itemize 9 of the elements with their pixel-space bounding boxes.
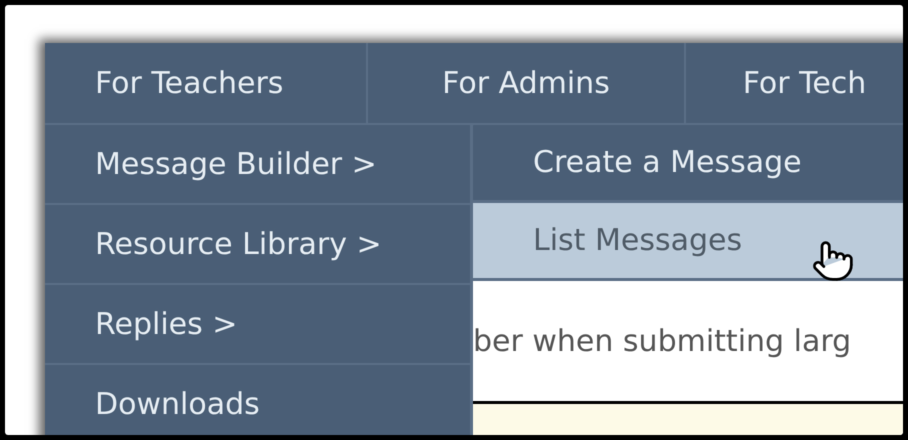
top-menu-tab[interactable]: For Teachers: [45, 43, 368, 123]
page-text: ber when submitting larg: [473, 322, 852, 360]
dropdown-item[interactable]: Replies >: [45, 285, 470, 365]
top-menu-tab[interactable]: For Admins: [368, 43, 686, 123]
dropdown-item[interactable]: Resource Library >: [45, 205, 470, 285]
submenu-item[interactable]: List Messages: [473, 203, 903, 281]
dropdown-item[interactable]: Message Builder >: [45, 125, 470, 205]
top-menu-tab[interactable]: For Tech: [686, 43, 903, 123]
dropdown-item[interactable]: Downloads: [45, 365, 470, 435]
